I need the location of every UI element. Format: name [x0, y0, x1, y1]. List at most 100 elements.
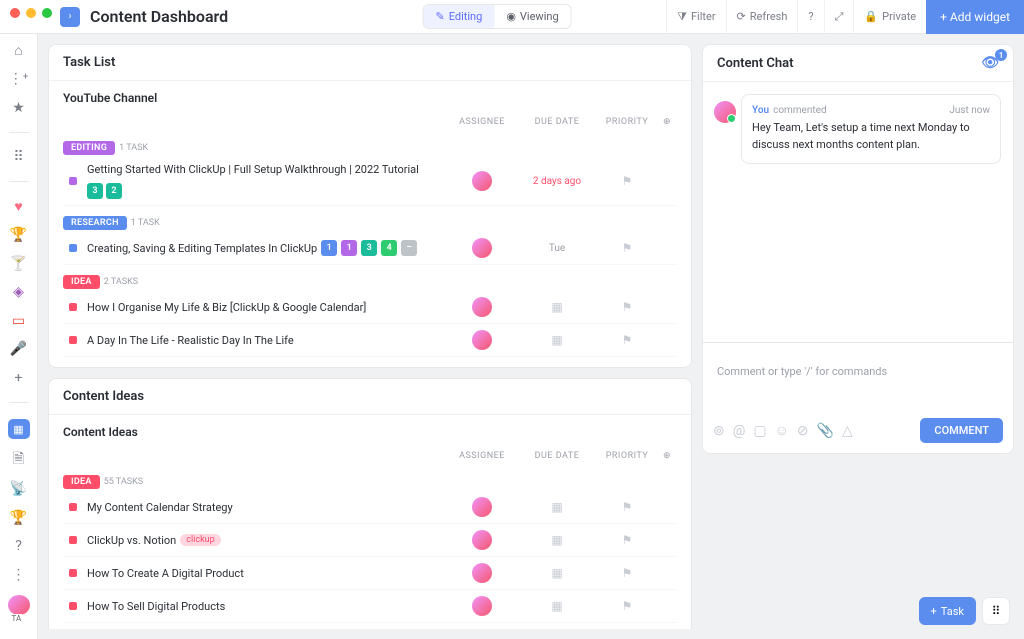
task-badge[interactable]: 3	[361, 240, 377, 256]
task-row[interactable]: How I Organise My Life & Biz [ClickUp & …	[63, 291, 677, 324]
group-tag[interactable]: RESEARCH	[63, 216, 127, 230]
message-avatar[interactable]	[714, 101, 736, 123]
task-due-date[interactable]: ▦	[517, 333, 597, 347]
task-badge[interactable]: –	[401, 240, 417, 256]
task-status-square[interactable]	[69, 569, 77, 577]
task-due-date[interactable]: ▦	[517, 599, 597, 613]
more-icon[interactable]: ⋮	[10, 567, 28, 583]
task-badge[interactable]: 1	[321, 240, 337, 256]
task-priority[interactable]: ⚑	[597, 599, 657, 613]
assignee-avatar[interactable]	[472, 171, 492, 191]
message-author[interactable]: You	[752, 105, 769, 116]
task-assignee[interactable]	[447, 330, 517, 350]
task-name[interactable]: Creating, Saving & Editing Templates In …	[87, 240, 447, 256]
screen-icon[interactable]: ▭	[10, 313, 28, 329]
task-row[interactable]: A Day In The Life - Realistic Day In The…	[63, 324, 677, 357]
add-column-button[interactable]: ⊕	[657, 451, 677, 461]
docs-icon[interactable]: 🗎	[10, 451, 28, 469]
home-icon[interactable]: ⌂	[10, 42, 28, 59]
assignee-avatar[interactable]	[472, 238, 492, 258]
task-due-date[interactable]: ▦	[517, 300, 597, 314]
help-button[interactable]: ?	[797, 0, 823, 34]
editing-mode-button[interactable]: ✎Editing	[424, 5, 495, 28]
minimize-dot[interactable]	[26, 8, 36, 18]
task-status-square[interactable]	[69, 244, 77, 252]
viewing-mode-button[interactable]: ◉Viewing	[494, 5, 570, 28]
task-badge[interactable]: 3	[87, 183, 103, 199]
calendar-icon[interactable]: ▦	[551, 533, 562, 547]
refresh-button[interactable]: ⟳Refresh	[726, 0, 798, 34]
add-column-button[interactable]: ⊕	[657, 117, 677, 127]
task-priority[interactable]: ⚑	[597, 333, 657, 347]
at-icon[interactable]: @	[733, 423, 746, 439]
calendar-icon[interactable]: ▦	[551, 599, 562, 613]
pulse-icon[interactable]: 📡	[10, 481, 28, 497]
star-icon[interactable]: ★	[10, 99, 28, 115]
calendar-icon[interactable]: ▦	[551, 500, 562, 514]
group-tag[interactable]: EDITING	[63, 141, 115, 155]
task-assignee[interactable]	[447, 530, 517, 550]
calendar-icon[interactable]: ▦	[551, 300, 562, 314]
task-status-square[interactable]	[69, 503, 77, 511]
assignee-avatar[interactable]	[472, 596, 492, 616]
assignee-avatar[interactable]	[472, 530, 492, 550]
task-row[interactable]: Creating, Saving & Editing Templates In …	[63, 232, 677, 265]
task-assignee[interactable]	[447, 238, 517, 258]
task-priority[interactable]: ⚑	[597, 174, 657, 188]
task-icon[interactable]: ▢	[753, 423, 766, 439]
help-icon[interactable]: ?	[10, 538, 28, 554]
dashboard-icon[interactable]: ▦	[8, 419, 30, 439]
private-button[interactable]: 🔒Private	[853, 0, 926, 34]
task-badge[interactable]: 2	[106, 183, 122, 199]
task-priority[interactable]: ⚑	[597, 241, 657, 255]
task-assignee[interactable]	[447, 171, 517, 191]
task-row[interactable]: How To Sell Digital Products ▦ ⚑	[63, 590, 677, 623]
task-assignee[interactable]	[447, 596, 517, 616]
user-avatar[interactable]	[8, 595, 30, 615]
assignee-avatar[interactable]	[472, 297, 492, 317]
task-status-square[interactable]	[69, 336, 77, 344]
group-tag[interactable]: IDEA	[63, 275, 100, 289]
watchers-button[interactable]: 👁1	[981, 55, 999, 71]
task-assignee[interactable]	[447, 297, 517, 317]
task-row[interactable]: ClickUp vs. Notion clickup ▦ ⚑	[63, 524, 677, 557]
task-name[interactable]: How To Sell Digital Products	[87, 600, 447, 613]
task-row[interactable]: Create A Digital Product With Me ▦ ⚑	[63, 623, 677, 629]
group-tag-idea[interactable]: IDEA	[63, 475, 100, 489]
task-assignee[interactable]	[447, 497, 517, 517]
diamond-icon[interactable]: ◈	[10, 284, 28, 300]
task-status-square[interactable]	[69, 536, 77, 544]
task-name[interactable]: How To Create A Digital Product	[87, 567, 447, 580]
task-name[interactable]: ClickUp vs. Notion clickup	[87, 534, 447, 547]
task-due-date[interactable]: Tue	[517, 243, 597, 254]
task-due-date[interactable]: ▦	[517, 533, 597, 547]
task-name[interactable]: Getting Started With ClickUp | Full Setu…	[87, 163, 447, 199]
task-row[interactable]: How To Create A Digital Product ▦ ⚑	[63, 557, 677, 590]
task-assignee[interactable]	[447, 563, 517, 583]
heart-icon[interactable]: ♥	[10, 198, 28, 215]
comment-button[interactable]: COMMENT	[920, 418, 1003, 443]
notifications-icon[interactable]: ⋮⁺	[10, 71, 28, 87]
task-priority[interactable]: ⚑	[597, 500, 657, 514]
add-widget-button[interactable]: + Add widget	[926, 0, 1024, 34]
emoji-icon[interactable]: ☺	[775, 422, 789, 439]
assignee-avatar[interactable]	[472, 330, 492, 350]
calendar-icon[interactable]: ▦	[551, 566, 562, 580]
close-dot[interactable]	[10, 8, 20, 18]
trophy-icon[interactable]: 🏆	[10, 227, 28, 243]
attach-icon[interactable]: 📎	[817, 423, 834, 439]
maximize-dot[interactable]	[42, 8, 52, 18]
task-status-square[interactable]	[69, 177, 77, 185]
task-name[interactable]: A Day In The Life - Realistic Day In The…	[87, 334, 447, 347]
task-due-date[interactable]: 2 days ago	[517, 176, 597, 187]
task-priority[interactable]: ⚑	[597, 300, 657, 314]
nav-forward-button[interactable]: ›	[60, 7, 80, 27]
task-badge[interactable]: 4	[381, 240, 397, 256]
comment-input[interactable]	[713, 353, 1003, 418]
task-priority[interactable]: ⚑	[597, 533, 657, 547]
cocktail-icon[interactable]: 🍸	[10, 256, 28, 272]
apps-button[interactable]: ⠿	[982, 597, 1010, 625]
assignee-avatar[interactable]	[472, 563, 492, 583]
task-tag[interactable]: clickup	[180, 534, 220, 546]
task-priority[interactable]: ⚑	[597, 566, 657, 580]
